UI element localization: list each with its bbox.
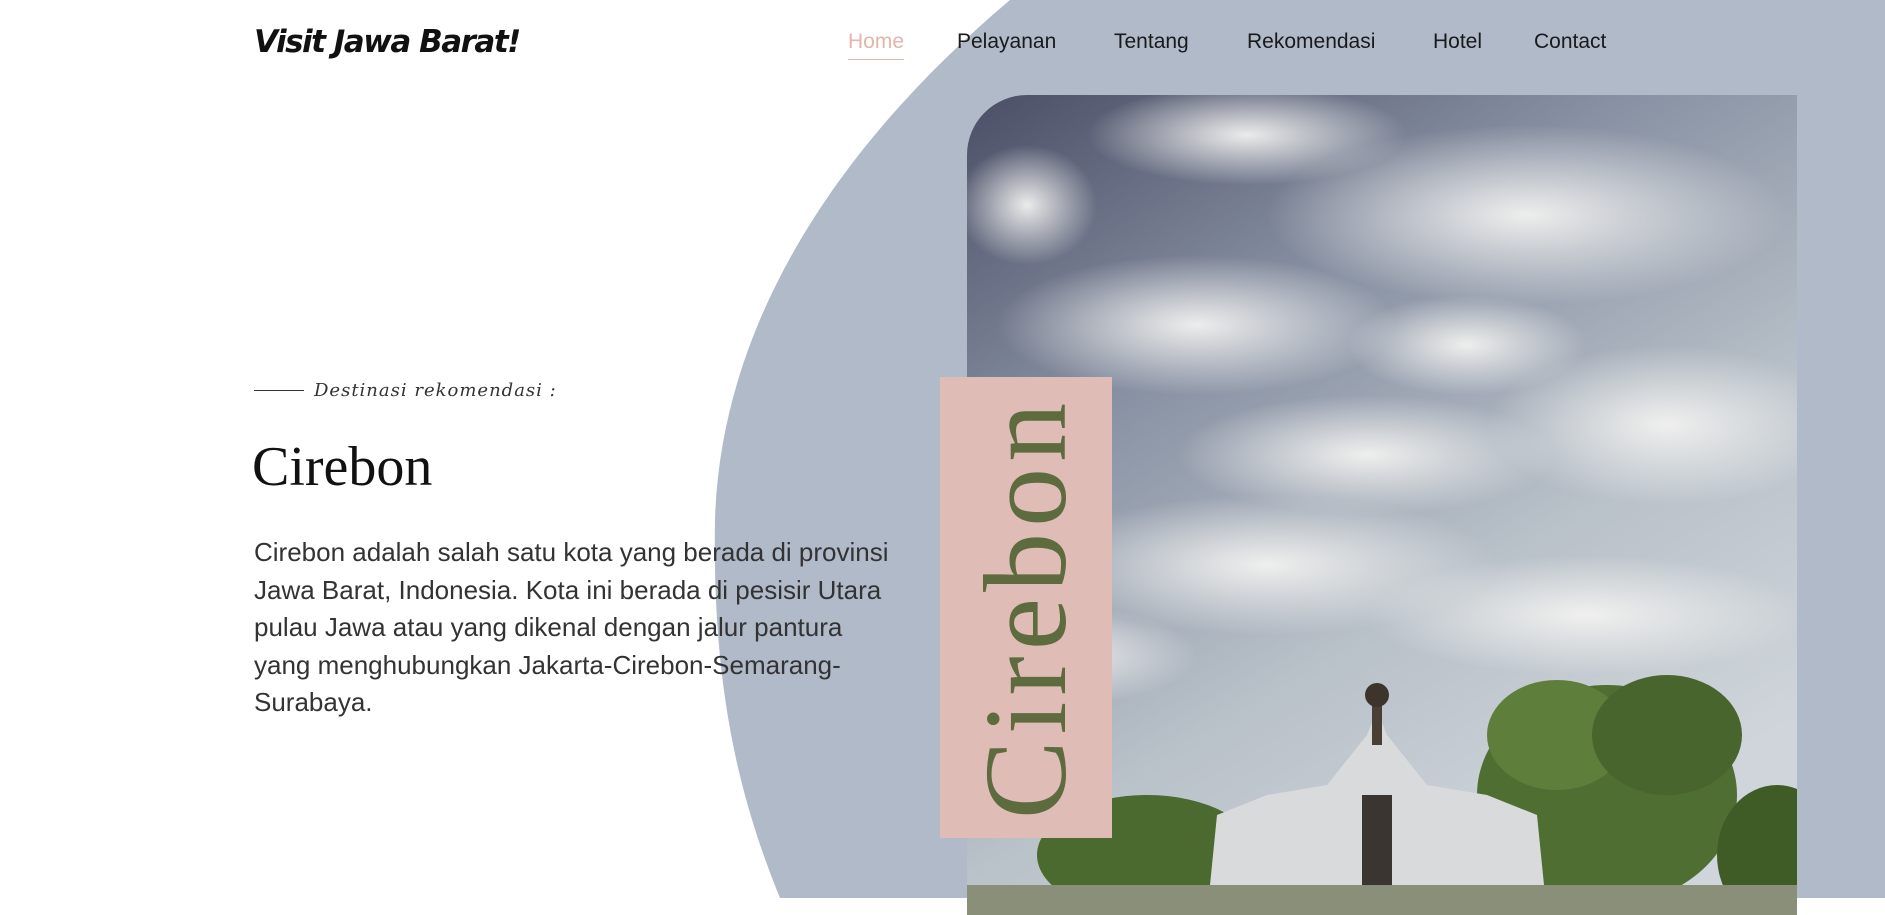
vertical-title-card: Cirebon [940,377,1112,838]
nav-item-tentang[interactable]: Tentang [1114,30,1189,59]
destination-eyebrow: Destinasi rekomendasi : [254,380,557,401]
nav-item-hotel[interactable]: Hotel [1433,30,1482,59]
eyebrow-divider [254,390,304,391]
eyebrow-label: Destinasi rekomendasi : [314,380,557,401]
vertical-destination-label: Cirebon [960,396,1091,819]
nav-item-pelayanan[interactable]: Pelayanan [957,30,1056,59]
destination-description: Cirebon adalah salah satu kota yang bera… [254,537,889,717]
nav-item-rekomendasi[interactable]: Rekomendasi [1247,30,1375,59]
destination-title: Cirebon [252,436,433,498]
site-logo[interactable]: Visit Jawa Barat! [254,24,521,60]
nav-item-contact[interactable]: Contact [1534,30,1606,59]
nav-item-home[interactable]: Home [848,30,905,60]
